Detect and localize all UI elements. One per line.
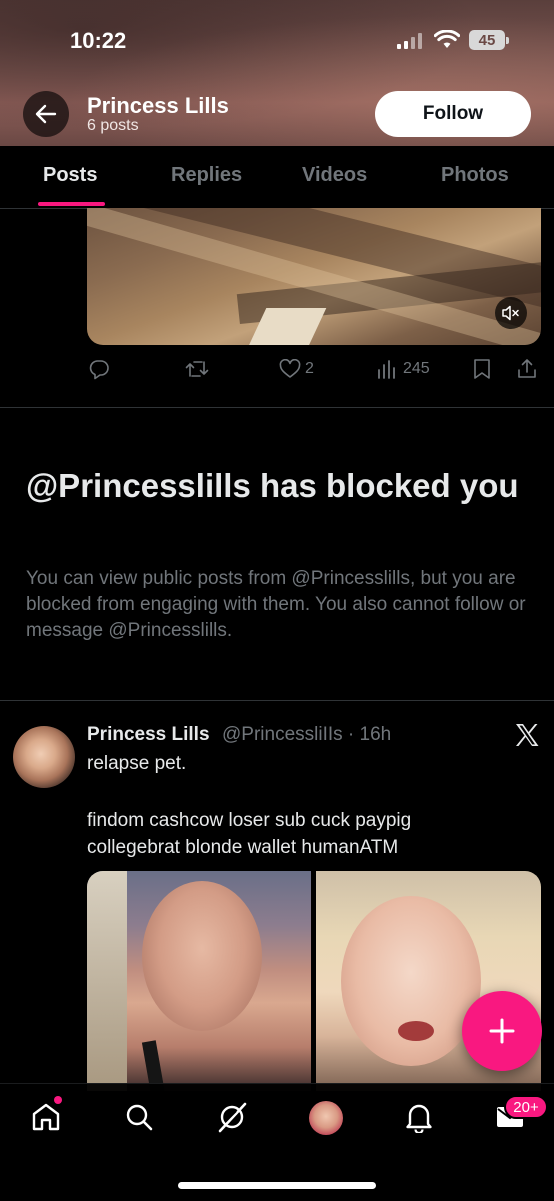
x-logo-icon[interactable] xyxy=(514,722,540,753)
home-nav-button[interactable] xyxy=(29,1100,63,1134)
divider xyxy=(0,700,554,701)
like-button[interactable]: 2 xyxy=(279,357,314,381)
reply-button[interactable] xyxy=(88,357,110,381)
status-time: 10:22 xyxy=(70,28,127,53)
post-video[interactable] xyxy=(87,208,541,345)
home-icon xyxy=(32,1103,60,1131)
bookmark-button[interactable] xyxy=(473,357,491,381)
compose-button[interactable] xyxy=(462,991,542,1071)
profile-name: Princess Lills xyxy=(87,93,229,118)
messages-badge: 20+ xyxy=(504,1095,548,1119)
speaker-muted-icon xyxy=(502,305,519,321)
signal-icon xyxy=(397,33,425,54)
tweet-author-name[interactable]: Princess Lills xyxy=(87,724,210,746)
tweet-handle-time: @PrincessliIIs · 16h xyxy=(222,724,392,745)
home-notification-dot xyxy=(54,1096,62,1104)
search-nav-button[interactable] xyxy=(122,1100,156,1134)
avatar[interactable] xyxy=(13,726,75,788)
grok-icon xyxy=(218,1102,247,1133)
blocked-description: You can view public posts from @Princess… xyxy=(26,568,526,641)
bell-icon xyxy=(406,1104,432,1133)
tab-photos[interactable]: Photos xyxy=(441,164,509,187)
battery-icon: 45 xyxy=(469,30,505,50)
views-button[interactable]: 245 xyxy=(377,357,430,381)
search-icon xyxy=(126,1104,153,1131)
mute-button[interactable] xyxy=(495,297,527,329)
tab-active-indicator xyxy=(38,202,105,206)
profile-nav-avatar[interactable] xyxy=(309,1101,343,1135)
battery-tip xyxy=(506,37,509,44)
share-button[interactable] xyxy=(516,357,538,381)
bookmark-icon xyxy=(474,359,490,379)
tweet-text-line: findom cashcow loser sub cuck paypig col… xyxy=(87,810,412,858)
tweet-photo[interactable] xyxy=(87,871,311,1091)
repost-icon xyxy=(185,361,209,377)
view-count: 245 xyxy=(403,360,430,377)
profile-posts-count: 6 posts xyxy=(87,117,139,134)
arrow-left-icon xyxy=(35,104,57,124)
back-button[interactable] xyxy=(23,91,69,137)
home-indicator xyxy=(178,1182,376,1189)
blocked-title: @Princesslills has blocked you xyxy=(26,467,519,504)
repost-button[interactable] xyxy=(185,357,209,381)
tab-replies[interactable]: Replies xyxy=(171,164,242,187)
tweet-text-line: relapse pet. xyxy=(87,753,187,774)
follow-button[interactable]: Follow xyxy=(375,91,531,137)
plus-icon xyxy=(489,1018,515,1044)
tab-videos[interactable]: Videos xyxy=(302,164,367,187)
profile-tabs: Posts Replies Videos Photos xyxy=(0,146,554,209)
heart-icon xyxy=(279,359,301,378)
like-count: 2 xyxy=(305,360,314,377)
reply-icon xyxy=(89,360,109,380)
grok-nav-button[interactable] xyxy=(215,1100,249,1134)
share-icon xyxy=(518,359,536,378)
views-chart-icon xyxy=(378,360,395,379)
divider xyxy=(0,407,554,408)
notifications-nav-button[interactable] xyxy=(402,1100,436,1134)
tab-posts[interactable]: Posts xyxy=(43,164,97,187)
wifi-icon xyxy=(433,29,461,55)
